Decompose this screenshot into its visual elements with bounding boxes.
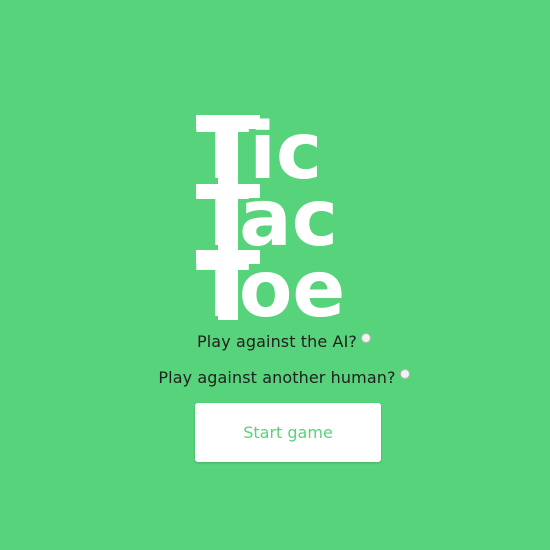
option-human-label: Play against another human?	[158, 368, 396, 387]
play-human-radio[interactable]	[399, 369, 410, 379]
play-ai-radio[interactable]	[361, 333, 371, 343]
option-play-ai: Play against the AI?	[9, 332, 550, 351]
option-ai-label: Play against the AI?	[197, 332, 357, 351]
game-title-logo: Tic Tac Toe	[196, 108, 386, 320]
start-game-button[interactable]: Start game	[195, 403, 381, 462]
option-play-human: Play against another human?	[9, 368, 550, 387]
title-line-toe: Toe	[196, 245, 345, 320]
